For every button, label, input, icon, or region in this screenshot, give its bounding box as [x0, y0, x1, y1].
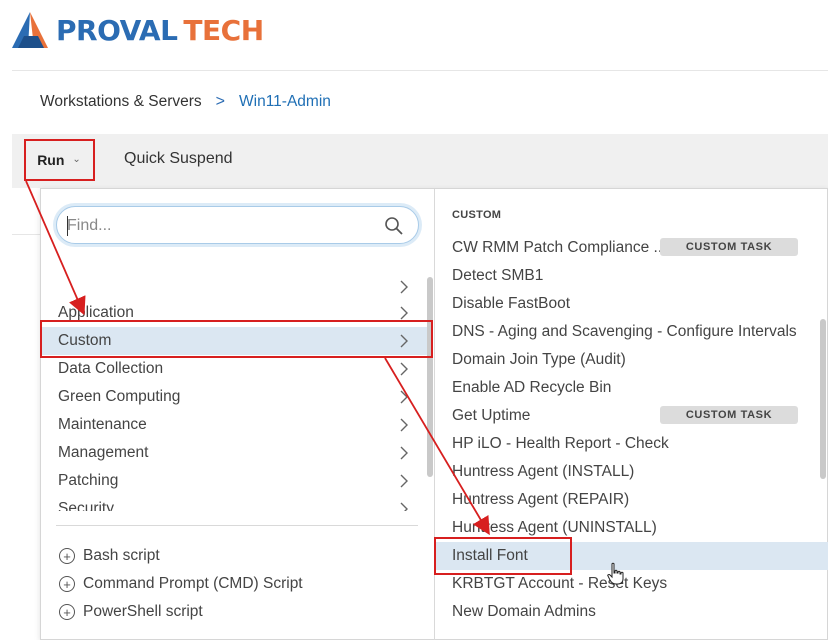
category-label: Maintenance — [58, 416, 147, 433]
script-item[interactable]: Get Uptime CUSTOM TASK — [435, 402, 828, 430]
category-label: Data Collection — [58, 360, 164, 377]
script-label: CW RMM Patch Compliance ... — [452, 239, 667, 256]
script-label: Disable FastBoot — [452, 295, 571, 312]
run-highlight-box — [24, 139, 95, 181]
new-script-label: PowerShell script — [83, 603, 203, 620]
plus-circle-icon: + — [59, 604, 75, 620]
plus-circle-icon: + — [59, 576, 75, 592]
script-item[interactable]: Detect SMB1 — [435, 262, 828, 290]
script-label: Huntress Agent (UNINSTALL) — [452, 519, 657, 536]
script-label: New Domain Admins — [452, 603, 596, 620]
category-item-maintenance[interactable]: Maintenance — [41, 411, 431, 439]
new-bash-script-button[interactable]: + Bash script — [59, 544, 160, 568]
search-box[interactable] — [56, 206, 419, 244]
script-item[interactable]: HP iLO - Health Report - Check — [435, 430, 828, 458]
script-item[interactable]: CW RMM Patch Compliance ... CUSTOM TASK — [435, 234, 828, 262]
breadcrumb-separator-icon: > — [215, 93, 225, 110]
category-label: Management — [58, 444, 149, 461]
category-pane: Application Custom Data Collection Green… — [41, 189, 435, 640]
category-item-management[interactable]: Management — [41, 439, 431, 467]
background-divider — [12, 234, 42, 235]
breadcrumb: Workstations & Servers > Win11-Admin — [40, 90, 331, 114]
header-divider — [12, 70, 828, 71]
script-item[interactable]: New Domain Admins — [435, 598, 828, 626]
search-input[interactable] — [67, 215, 367, 237]
chevron-right-icon — [400, 390, 408, 404]
script-label: Detect SMB1 — [452, 267, 544, 284]
search-icon[interactable] — [384, 216, 404, 236]
script-item[interactable]: DNS - Aging and Scavenging - Configure I… — [435, 318, 828, 346]
script-label: Huntress Agent (REPAIR) — [452, 491, 630, 508]
pane-divider — [56, 525, 418, 526]
script-label: Enable AD Recycle Bin — [452, 379, 612, 396]
new-powershell-script-button[interactable]: + PowerShell script — [59, 600, 203, 624]
chevron-right-icon — [400, 446, 408, 460]
script-item[interactable]: Huntress Agent (REPAIR) — [435, 486, 828, 514]
category-item[interactable] — [41, 273, 431, 301]
script-item[interactable]: Domain Join Type (Audit) — [435, 346, 828, 374]
script-item[interactable]: Huntress Agent (INSTALL) — [435, 458, 828, 486]
new-script-label: Bash script — [83, 547, 160, 564]
category-item-security[interactable]: Security — [41, 495, 431, 511]
chevron-right-icon — [400, 280, 408, 294]
logo-word-tech: TECH — [183, 13, 264, 47]
script-label: Get Uptime — [452, 407, 531, 424]
proval-tech-logo: PROVAL TECH — [10, 10, 264, 50]
script-list-scrollbar[interactable] — [820, 319, 826, 479]
script-label: HP iLO - Health Report - Check — [452, 435, 669, 452]
section-heading: CUSTOM — [452, 209, 502, 221]
chevron-right-icon — [400, 418, 408, 432]
logo-wordmark: PROVAL TECH — [56, 14, 264, 47]
quick-suspend-button[interactable]: Quick Suspend — [124, 150, 233, 168]
category-item-data-collection[interactable]: Data Collection — [41, 355, 431, 383]
category-scrollbar[interactable] — [427, 277, 433, 477]
script-label: DNS - Aging and Scavenging - Configure I… — [452, 323, 797, 340]
chevron-right-icon — [400, 306, 408, 320]
category-label: Green Computing — [58, 388, 181, 405]
plus-circle-icon: + — [59, 548, 75, 564]
category-item-green-computing[interactable]: Green Computing — [41, 383, 431, 411]
category-item-patching[interactable]: Patching — [41, 467, 431, 495]
category-label: Patching — [58, 472, 119, 489]
hand-cursor-icon — [607, 562, 624, 585]
script-item[interactable]: Enable AD Recycle Bin — [435, 374, 828, 402]
new-script-label: Command Prompt (CMD) Script — [83, 575, 303, 592]
script-label: KRBTGT Account - Reset Keys — [452, 575, 668, 592]
script-item[interactable]: Disable FastBoot — [435, 290, 828, 318]
toolbar: Run ⌄ Quick Suspend — [12, 134, 828, 188]
category-list: Application Custom Data Collection Green… — [41, 271, 431, 511]
category-label: Security — [58, 500, 114, 511]
chevron-right-icon — [400, 362, 408, 376]
install-font-highlight-box — [434, 537, 572, 575]
breadcrumb-current[interactable]: Win11-Admin — [239, 93, 331, 111]
logo-word-proval: PROVAL — [56, 13, 178, 47]
new-cmd-script-button[interactable]: + Command Prompt (CMD) Script — [59, 572, 303, 596]
script-label: Domain Join Type (Audit) — [452, 351, 626, 368]
chevron-right-icon — [400, 474, 408, 488]
script-label: Huntress Agent (INSTALL) — [452, 463, 635, 480]
custom-highlight-box — [40, 320, 433, 358]
breadcrumb-parent-link[interactable]: Workstations & Servers — [40, 93, 202, 111]
custom-task-badge: CUSTOM TASK — [660, 406, 798, 424]
proval-logo-icon — [12, 12, 48, 48]
text-caret — [67, 216, 68, 236]
chevron-right-icon — [400, 502, 408, 511]
custom-task-badge: CUSTOM TASK — [660, 238, 798, 256]
